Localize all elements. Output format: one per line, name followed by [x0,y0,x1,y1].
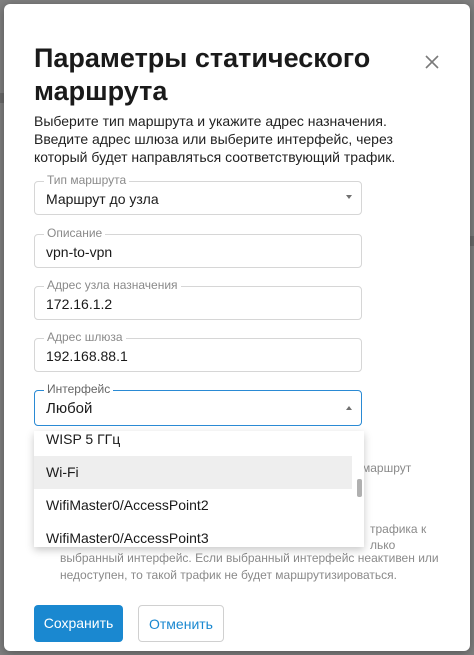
dropdown-item-accesspoint3[interactable]: WifiMaster0/AccessPoint3 [34,522,352,547]
help-text: недоступен, то такой трафик не будет мар… [60,568,398,582]
dialog-description: Выберите тип маршрута и укажите адрес на… [34,113,396,165]
static-route-dialog: Параметры статического маршрута Выберите… [4,4,470,651]
save-button[interactable]: Сохранить [34,605,123,642]
description-field[interactable]: Описание vpn-to-vpn [34,226,362,268]
description-label: Описание [44,226,106,240]
cancel-button[interactable]: Отменить [138,605,224,642]
close-icon [425,55,439,69]
chevron-down-icon [346,195,352,199]
destination-address-value: 172.16.1.2 [46,296,113,312]
interface-value: Любой [46,400,93,417]
route-type-select[interactable]: Тип маршрута Маршрут до узла [34,173,362,215]
dialog-title: Параметры статического маршрута [34,43,371,106]
interface-label: Интерфейс [44,382,114,396]
help-text: выбранный интерфейс. Если выбранный инте… [60,551,439,565]
gateway-address-field[interactable]: Адрес шлюза 192.168.88.1 [34,330,362,372]
route-type-label: Тип маршрута [44,173,130,187]
chevron-up-icon [346,406,352,410]
interface-select[interactable]: Интерфейс Любой [34,382,362,426]
destination-address-label: Адрес узла назначения [44,278,181,292]
interface-dropdown-list: WISP 5 ГГц Wi-Fi WifiMaster0/AccessPoint… [34,431,364,547]
gateway-address-value: 192.168.88.1 [46,348,128,364]
dropdown-scrollbar[interactable] [357,479,362,497]
route-type-value: Маршрут до узла [46,191,159,207]
destination-address-field[interactable]: Адрес узла назначения 172.16.1.2 [34,278,362,320]
close-button[interactable] [420,50,444,74]
obscured-text: маршрут [362,461,412,475]
dropdown-item-accesspoint2[interactable]: WifiMaster0/AccessPoint2 [34,489,352,522]
obscured-text: трафика к [370,522,427,536]
description-value: vpn-to-vpn [46,244,113,260]
background-fragment [470,236,474,246]
dropdown-item-wifi[interactable]: Wi-Fi [34,456,352,489]
gateway-address-label: Адрес шлюза [44,330,126,344]
dropdown-item-wisp[interactable]: WISP 5 ГГц [34,431,352,456]
